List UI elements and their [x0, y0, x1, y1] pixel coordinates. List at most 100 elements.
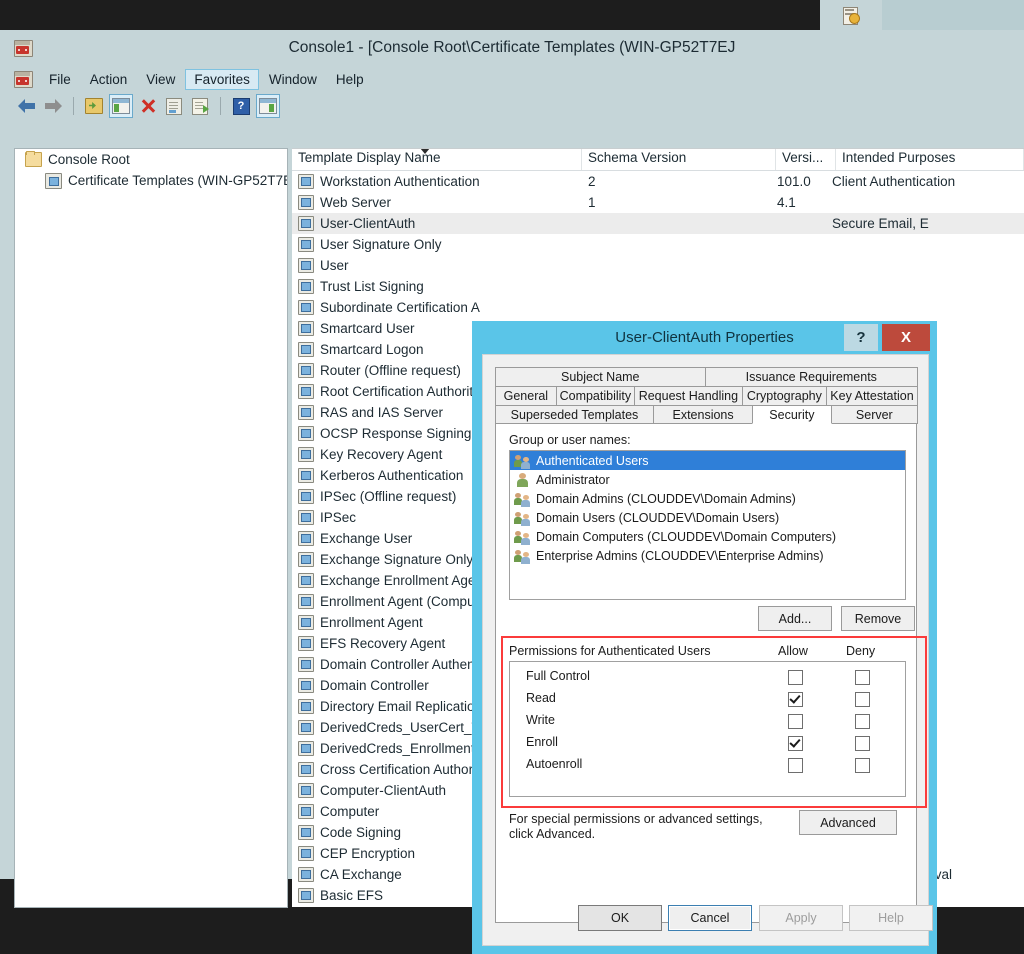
- certificate-template-icon: [298, 573, 314, 588]
- menu-item-favorites[interactable]: Favorites: [185, 69, 259, 90]
- tab-row-3: Superseded Templates Extensions Security…: [495, 405, 917, 424]
- help-button[interactable]: Help: [849, 905, 933, 931]
- list-item[interactable]: Administrator: [510, 470, 905, 489]
- back-icon[interactable]: [16, 95, 38, 117]
- template-name: RAS and IAS Server: [320, 405, 443, 420]
- show-hide-console-tree-icon[interactable]: [109, 94, 133, 118]
- tab-row-2: General Compatibility Request Handling C…: [495, 386, 917, 405]
- certificate-template-icon: [298, 615, 314, 630]
- tab-issuance-requirements[interactable]: Issuance Requirements: [705, 367, 918, 386]
- menu-item-action[interactable]: Action: [81, 69, 137, 90]
- template-name: CEP Encryption: [320, 846, 415, 861]
- console-tree-pane: Console Root Certificate Templates (WIN-…: [14, 148, 288, 908]
- cell-version: 101.0: [775, 174, 830, 189]
- tab-key-attestation[interactable]: Key Attestation: [826, 386, 918, 405]
- menu-item-file[interactable]: File: [40, 69, 80, 90]
- toolbar-separator-1: [73, 97, 74, 115]
- certificate-template-icon: [298, 867, 314, 882]
- dialog-help-button[interactable]: ?: [844, 324, 878, 351]
- export-list-icon[interactable]: [189, 95, 211, 117]
- tree-node-console-root[interactable]: Console Root: [15, 149, 287, 170]
- close-icon[interactable]: X: [882, 324, 930, 351]
- template-name: Enrollment Agent (Compu: [320, 594, 475, 609]
- tab-server[interactable]: Server: [831, 405, 918, 424]
- deny-checkbox[interactable]: [855, 692, 870, 707]
- help-icon[interactable]: ?: [230, 95, 252, 117]
- certificate-template-icon: [298, 447, 314, 462]
- taskbar-right-region: [882, 0, 1024, 30]
- dialog-body: Subject Name Issuance Requirements Gener…: [482, 354, 929, 946]
- table-row[interactable]: User Signature Only: [292, 234, 1024, 255]
- group-or-user-names-label: Group or user names:: [509, 433, 631, 447]
- tree-node-certificate-templates[interactable]: Certificate Templates (WIN-GP52T7EJ: [15, 170, 287, 191]
- list-item[interactable]: Authenticated Users: [510, 451, 905, 470]
- template-name: Basic EFS: [320, 888, 383, 903]
- cell-template-display-name: Web Server: [292, 195, 581, 210]
- certificate-template-icon: [298, 195, 314, 210]
- table-row[interactable]: Web Server14.1: [292, 192, 1024, 213]
- column-header-intended-purposes[interactable]: Intended Purposes: [836, 149, 1024, 170]
- allow-checkbox[interactable]: [788, 714, 803, 729]
- certificate-template-icon: [45, 173, 62, 189]
- certificate-template-icon: [298, 720, 314, 735]
- table-row[interactable]: Trust List Signing: [292, 276, 1024, 297]
- allow-checkbox[interactable]: [788, 692, 803, 707]
- tab-request-handling[interactable]: Request Handling: [634, 386, 743, 405]
- properties-icon[interactable]: [163, 95, 185, 117]
- tab-subject-name[interactable]: Subject Name: [495, 367, 706, 386]
- template-name: DerivedCreds_Enrollment_: [320, 741, 482, 756]
- list-item[interactable]: Domain Admins (CLOUDDEV\Domain Admins): [510, 489, 905, 508]
- table-row[interactable]: Subordinate Certification A: [292, 297, 1024, 318]
- list-item[interactable]: Domain Computers (CLOUDDEV\Domain Comput…: [510, 527, 905, 546]
- allow-checkbox[interactable]: [788, 758, 803, 773]
- tab-compatibility[interactable]: Compatibility: [556, 386, 635, 405]
- template-name: Key Recovery Agent: [320, 447, 442, 462]
- cancel-button[interactable]: Cancel: [668, 905, 752, 931]
- advanced-button[interactable]: Advanced: [799, 810, 897, 835]
- list-header: Template Display Name Schema Version Ver…: [292, 149, 1024, 171]
- deny-checkbox[interactable]: [855, 714, 870, 729]
- forward-icon[interactable]: [42, 95, 64, 117]
- allow-checkbox[interactable]: [788, 670, 803, 685]
- template-name: Subordinate Certification A: [320, 300, 480, 315]
- apply-button[interactable]: Apply: [759, 905, 843, 931]
- permission-row: Enroll: [510, 732, 905, 754]
- menu-item-help[interactable]: Help: [327, 69, 373, 90]
- template-name: Exchange User: [320, 531, 412, 546]
- tab-superseded-templates[interactable]: Superseded Templates: [495, 405, 654, 424]
- cell-schema-version: 1: [581, 195, 775, 210]
- template-name: Exchange Enrollment Agen: [320, 573, 483, 588]
- remove-button[interactable]: Remove: [841, 606, 915, 631]
- column-header-version[interactable]: Versi...: [776, 149, 836, 170]
- taskbar-app-button[interactable]: [820, 0, 882, 30]
- allow-checkbox[interactable]: [788, 736, 803, 751]
- ok-button[interactable]: OK: [578, 905, 662, 931]
- template-name: Smartcard Logon: [320, 342, 424, 357]
- column-header-template-display-name[interactable]: Template Display Name: [292, 149, 582, 170]
- deny-checkbox[interactable]: [855, 758, 870, 773]
- table-row[interactable]: User-ClientAuthSecure Email, E: [292, 213, 1024, 234]
- template-name: Cross Certification Authori: [320, 762, 476, 777]
- menu-item-window[interactable]: Window: [260, 69, 326, 90]
- up-folder-icon[interactable]: [83, 95, 105, 117]
- certificate-template-icon: [298, 468, 314, 483]
- table-row[interactable]: Workstation Authentication2101.0Client A…: [292, 171, 1024, 192]
- tab-cryptography[interactable]: Cryptography: [742, 386, 827, 405]
- add-button[interactable]: Add...: [758, 606, 832, 631]
- list-item[interactable]: Enterprise Admins (CLOUDDEV\Enterprise A…: [510, 546, 905, 565]
- principals-list[interactable]: Authenticated UsersAdministratorDomain A…: [509, 450, 906, 600]
- column-header-schema-version[interactable]: Schema Version: [582, 149, 776, 170]
- template-name: Enrollment Agent: [320, 615, 423, 630]
- certificate-template-icon: [298, 783, 314, 798]
- tab-security[interactable]: Security: [752, 405, 832, 424]
- list-item[interactable]: Domain Users (CLOUDDEV\Domain Users): [510, 508, 905, 527]
- permission-name: Enroll: [526, 735, 558, 749]
- tab-general[interactable]: General: [495, 386, 557, 405]
- delete-icon[interactable]: [137, 95, 159, 117]
- tab-extensions[interactable]: Extensions: [653, 405, 753, 424]
- deny-checkbox[interactable]: [855, 670, 870, 685]
- show-hide-action-pane-icon[interactable]: [256, 94, 280, 118]
- menu-item-view[interactable]: View: [137, 69, 184, 90]
- table-row[interactable]: User: [292, 255, 1024, 276]
- deny-checkbox[interactable]: [855, 736, 870, 751]
